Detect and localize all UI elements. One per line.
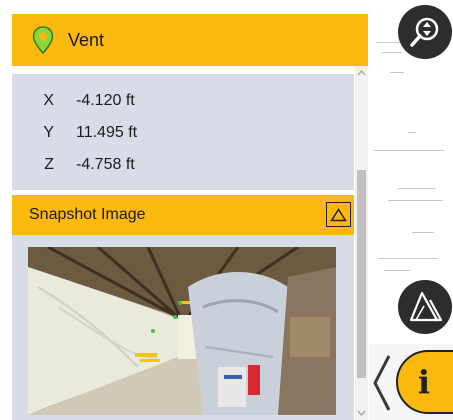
coordinate-row-x: X -4.120 ft (12, 90, 135, 112)
info-icon: i (417, 363, 431, 401)
scroll-down-arrow-icon[interactable] (357, 408, 366, 418)
snapshot-header[interactable]: Snapshot Image (12, 195, 354, 235)
coordinate-axis-label: Y (43, 124, 54, 141)
collapse-button[interactable] (326, 202, 351, 227)
map-pin-icon (32, 26, 54, 54)
snapshot-image[interactable] (28, 247, 336, 415)
triangle-measure-icon (409, 291, 442, 322)
measure-button[interactable] (398, 280, 452, 334)
zoom-button[interactable] (398, 5, 452, 59)
info-button[interactable]: i (396, 350, 453, 414)
snapshot-title: Snapshot Image (29, 206, 146, 223)
coordinates-section: X -4.120 ft Y 11.495 ft Z -4.758 ft (12, 74, 354, 190)
panel-header: Vent (12, 14, 368, 66)
info-panel: Vent X -4.120 ft Y 11.495 ft Z -4.758 ft… (0, 0, 368, 420)
panel-title: Vent (68, 29, 105, 50)
coordinate-value: -4.120 ft (76, 92, 135, 109)
zoom-icon (410, 17, 439, 47)
info-toggle-strip: i (369, 344, 453, 420)
scrollbar-thumb[interactable] (357, 170, 366, 378)
scroll-up-arrow-icon[interactable] (357, 68, 366, 78)
coordinate-row-y: Y 11.495 ft (12, 122, 137, 144)
chevron-up-icon (330, 207, 347, 221)
coordinate-value: -4.758 ft (76, 156, 135, 173)
coordinate-value: 11.495 ft (76, 124, 138, 141)
coordinate-row-z: Z -4.758 ft (12, 154, 135, 176)
snapshot-body (12, 235, 354, 420)
chevron-left-icon[interactable] (369, 352, 395, 414)
panel-scrollbar[interactable] (355, 66, 368, 420)
coordinate-axis-label: X (43, 92, 54, 109)
coordinate-axis-label: Z (44, 156, 54, 173)
